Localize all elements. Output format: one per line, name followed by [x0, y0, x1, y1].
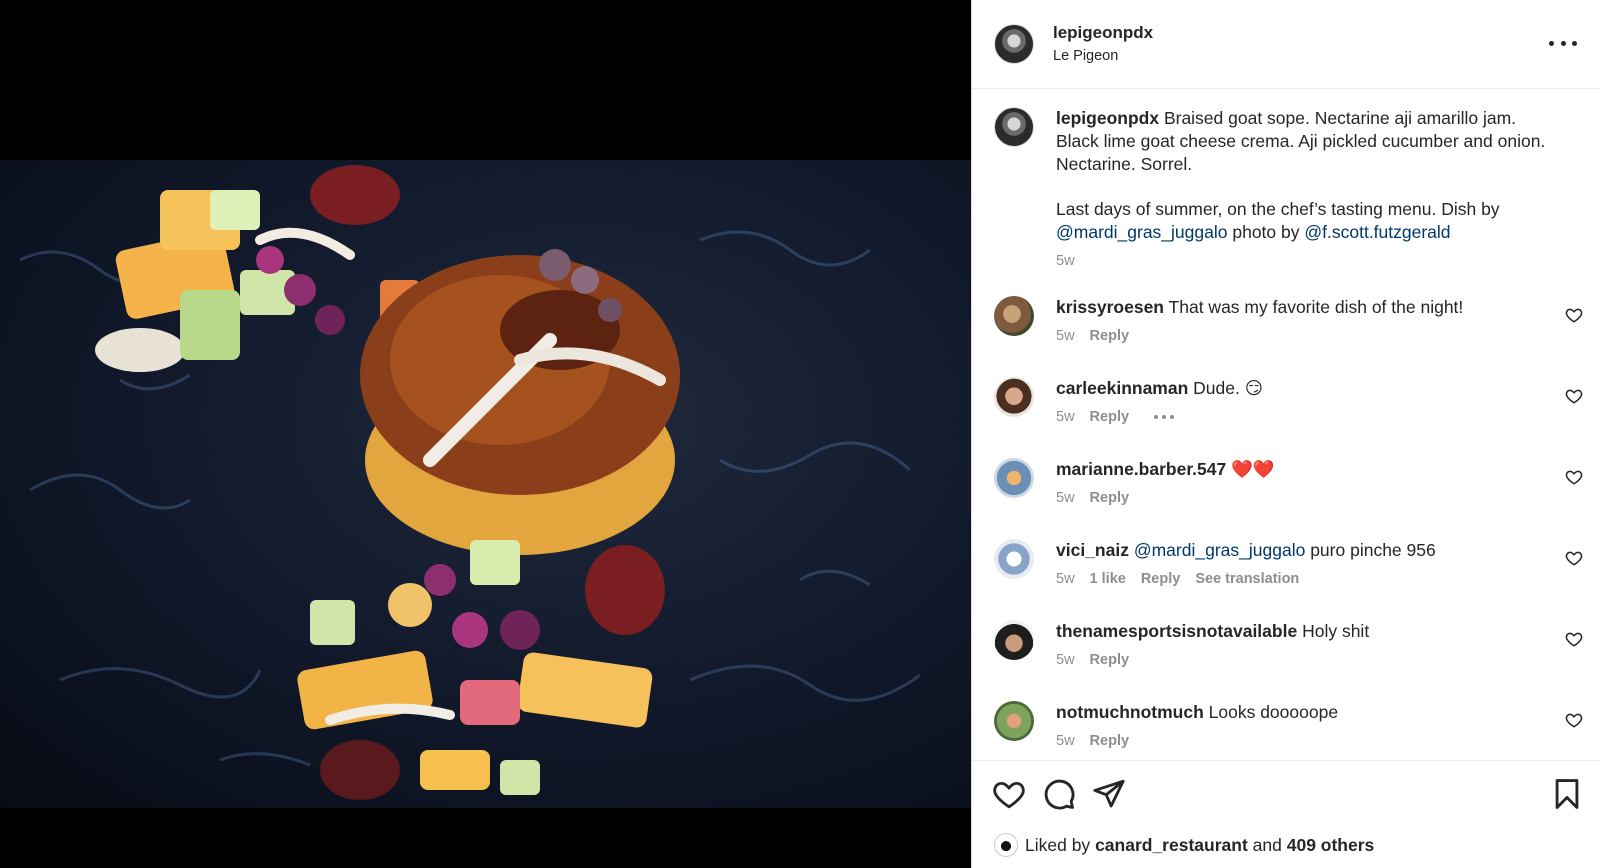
caption: lepigeonpdx Braised goat sope. Nectarine…	[994, 107, 1587, 270]
heart-icon[interactable]	[1565, 387, 1583, 405]
media-pane	[0, 0, 971, 868]
liker-avatar[interactable]	[994, 833, 1018, 857]
comment-time[interactable]: 5w	[1056, 327, 1075, 345]
comment-text: puro pinche 956	[1310, 540, 1436, 560]
comment-time[interactable]: 5w	[1056, 408, 1075, 426]
comment-username[interactable]: thenamesportsisnotavailable	[1056, 621, 1297, 641]
caption-avatar[interactable]	[994, 107, 1034, 147]
liker-username[interactable]: canard_restaurant	[1095, 835, 1248, 856]
comment-avatar[interactable]	[994, 296, 1034, 336]
heart-icon[interactable]	[1565, 306, 1583, 324]
owner-avatar[interactable]	[994, 24, 1034, 64]
post-view: lepigeonpdx Le Pigeon lepigeonpdx Braise…	[0, 0, 1600, 868]
caption-body: lepigeonpdx Braised goat sope. Nectarine…	[1056, 107, 1556, 270]
comment-avatar[interactable]	[994, 620, 1034, 660]
post-location[interactable]: Le Pigeon	[1053, 46, 1153, 66]
comment-item: thenamesportsisnotavailable Holy shit 5w…	[994, 620, 1587, 669]
caption-username[interactable]: lepigeonpdx	[1056, 108, 1159, 128]
comment-username[interactable]: carleekinnaman	[1056, 378, 1188, 398]
comment-text: ❤️❤️	[1231, 459, 1275, 479]
more-options-button[interactable]	[1549, 32, 1577, 54]
likes-summary: Liked by canard_restaurant and 409 other…	[994, 833, 1374, 857]
post-header: lepigeonpdx Le Pigeon	[972, 0, 1600, 89]
post-photo[interactable]	[0, 160, 971, 808]
heart-icon[interactable]	[1565, 549, 1583, 567]
comment-username[interactable]: notmuchnotmuch	[1056, 702, 1204, 722]
reply-button[interactable]: Reply	[1090, 327, 1130, 345]
like-heart-icon[interactable]	[992, 777, 1026, 811]
reply-button[interactable]: Reply	[1090, 489, 1130, 507]
comment-username[interactable]: krissyroesen	[1056, 297, 1164, 317]
bookmark-icon[interactable]	[1550, 777, 1584, 811]
caption-text-3: photo by	[1232, 222, 1300, 242]
comment-username[interactable]: marianne.barber.547	[1056, 459, 1226, 479]
heart-icon[interactable]	[1565, 468, 1583, 486]
comment-item: carleekinnaman Dude. 😏 5w Reply	[994, 377, 1587, 426]
reply-button[interactable]: Reply	[1090, 408, 1130, 426]
comment-item: notmuchnotmuch Looks dooooope 5w Reply	[994, 701, 1587, 750]
comment-text: That was my favorite dish of the night!	[1168, 297, 1464, 317]
comment-time[interactable]: 5w	[1056, 732, 1075, 750]
caption-time[interactable]: 5w	[1056, 252, 1075, 270]
comment-avatar[interactable]	[994, 701, 1034, 741]
post-actions: Liked by canard_restaurant and 409 other…	[972, 760, 1600, 868]
comment-text: Holy shit	[1302, 621, 1370, 641]
see-translation-button[interactable]: See translation	[1195, 570, 1299, 588]
likes-others-link[interactable]: 409 others	[1287, 835, 1375, 856]
reply-button[interactable]: Reply	[1090, 651, 1130, 669]
likes-prefix: Liked by	[1025, 834, 1091, 855]
comments-scroll[interactable]: lepigeonpdx Braised goat sope. Nectarine…	[972, 90, 1600, 760]
comment-time[interactable]: 5w	[1056, 570, 1075, 588]
caption-text-2: Last days of summer, on the chef’s tasti…	[1056, 199, 1500, 219]
owner-info: lepigeonpdx Le Pigeon	[1053, 22, 1153, 66]
comment-likes[interactable]: 1 like	[1090, 570, 1126, 588]
comment-item: krissyroesen That was my favorite dish o…	[994, 296, 1587, 345]
more-icon	[1549, 40, 1577, 46]
heart-icon[interactable]	[1565, 711, 1583, 729]
caption-mention-2[interactable]: @f.scott.futzgerald	[1304, 222, 1450, 242]
comment-avatar[interactable]	[994, 539, 1034, 579]
dish-illustration	[19, 165, 921, 800]
comment-icon[interactable]	[1042, 777, 1076, 811]
comment-avatar[interactable]	[994, 377, 1034, 417]
comment-item: vici_naiz @mardi_gras_juggalo puro pinch…	[994, 539, 1587, 588]
comment-mention[interactable]: @mardi_gras_juggalo	[1134, 540, 1305, 560]
share-icon[interactable]	[1092, 777, 1126, 811]
reply-button[interactable]: Reply	[1090, 732, 1130, 750]
post-side-panel: lepigeonpdx Le Pigeon lepigeonpdx Braise…	[971, 0, 1600, 868]
owner-username[interactable]: lepigeonpdx	[1053, 22, 1153, 44]
comment-time[interactable]: 5w	[1056, 651, 1075, 669]
comment-avatar[interactable]	[994, 458, 1034, 498]
comment-more-icon[interactable]	[1154, 415, 1175, 419]
comment-text: Looks dooooope	[1208, 702, 1339, 722]
comment-time[interactable]: 5w	[1056, 489, 1075, 507]
caption-mention-1[interactable]: @mardi_gras_juggalo	[1056, 222, 1227, 242]
comment-text: Dude. 😏	[1193, 378, 1263, 398]
heart-icon[interactable]	[1565, 630, 1583, 648]
caption-meta: 5w	[1056, 252, 1556, 270]
comment-username[interactable]: vici_naiz	[1056, 540, 1129, 560]
likes-joiner: and	[1252, 834, 1282, 855]
comment-item: marianne.barber.547 ❤️❤️ 5w Reply	[994, 458, 1587, 507]
reply-button[interactable]: Reply	[1141, 570, 1181, 588]
